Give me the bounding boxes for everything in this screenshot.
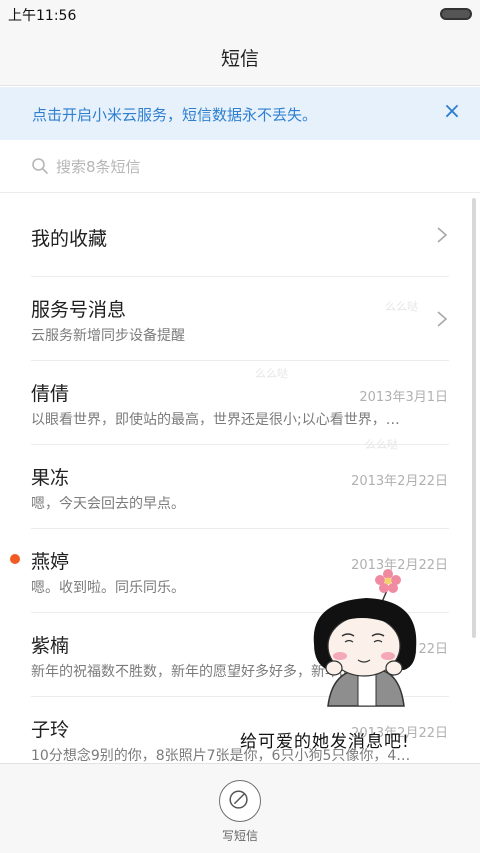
chevron-right-icon xyxy=(437,227,448,243)
conversation-name: 燕婷 xyxy=(31,551,70,573)
status-time: 上午11:56 xyxy=(8,8,77,24)
watermark: 么么哒 xyxy=(385,300,418,313)
conversation-item[interactable]: 倩倩 2013年3月1日 以眼看世界，即使站的最高，世界还是很小;以心看世界，… xyxy=(0,361,480,445)
watermark: 么么哒 xyxy=(365,438,398,451)
battery-icon xyxy=(440,8,472,20)
conversation-name: 子玲 xyxy=(31,719,70,741)
watermark: 么么哒 xyxy=(255,367,288,380)
page-title: 短信 xyxy=(220,48,259,70)
compose-label[interactable]: 写短信 xyxy=(0,827,480,844)
conversation-date: 2013年3月1日 xyxy=(359,390,448,405)
conversation-preview: 以眼看世界，即使站的最高，世界还是很小;以心看世界，… xyxy=(31,412,400,428)
conversation-name: 倩倩 xyxy=(31,383,70,405)
conversation-item[interactable]: 果冻 2013年2月22日 嗯，今天会回去的早点。 xyxy=(0,445,480,529)
search-icon xyxy=(32,158,48,174)
compose-button[interactable] xyxy=(219,780,261,822)
conversation-name: 我的收藏 xyxy=(31,228,108,250)
cartoon-girl-sticker xyxy=(313,569,417,707)
compose-icon xyxy=(229,790,248,809)
banner-text[interactable]: 点击开启小米云服务，短信数据永不丢失。 xyxy=(32,104,317,125)
chevron-right-icon xyxy=(437,311,448,327)
conversation-name: 果冻 xyxy=(31,467,70,489)
sticker-caption: 给可爱的她发消息吧! xyxy=(240,732,410,752)
close-icon[interactable]: × xyxy=(440,100,464,124)
conversation-preview: 嗯，今天会回去的早点。 xyxy=(31,496,185,512)
cloud-service-banner[interactable]: 点击开启小米云服务，短信数据永不丢失。 × xyxy=(0,87,480,140)
search-input[interactable] xyxy=(56,153,436,181)
conversation-service-messages[interactable]: 服务号消息 云服务新增同步设备提醒 xyxy=(0,277,480,361)
conversation-date: 2013年2月22日 xyxy=(351,474,448,489)
conversation-favorites[interactable]: 我的收藏 xyxy=(0,193,480,277)
scrollbar[interactable] xyxy=(472,198,476,638)
conversation-name: 紫楠 xyxy=(31,635,70,657)
conversation-preview: 云服务新增同步设备提醒 xyxy=(31,328,185,344)
conversation-name: 服务号消息 xyxy=(31,299,127,321)
unread-dot xyxy=(10,554,20,564)
status-bar: 上午11:56 xyxy=(0,0,480,28)
title-bar: 短信 xyxy=(0,28,480,86)
search-bar[interactable] xyxy=(0,140,480,193)
bottom-bar: 写短信 xyxy=(0,763,480,853)
